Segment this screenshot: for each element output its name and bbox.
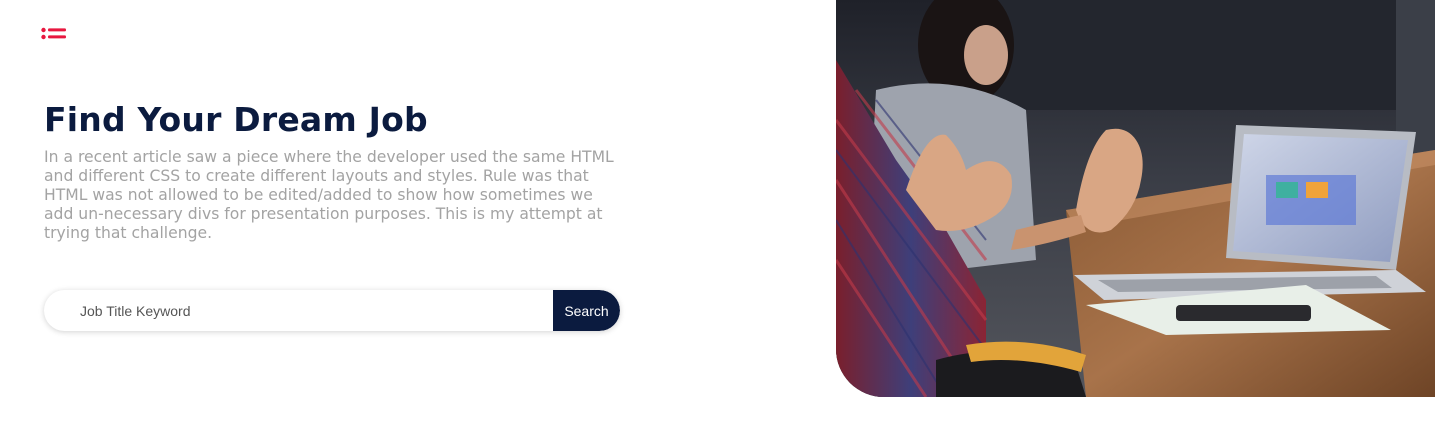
menu-button[interactable] bbox=[40, 26, 68, 42]
hero-section: Find Your Dream Job In a recent article … bbox=[44, 100, 624, 243]
job-title-keyword-input[interactable] bbox=[44, 290, 553, 331]
search-button[interactable]: Search bbox=[553, 290, 620, 331]
hero-image bbox=[836, 0, 1435, 397]
hero-description: In a recent article saw a piece where th… bbox=[44, 148, 614, 242]
office-meeting-photo bbox=[836, 0, 1435, 397]
page: Find Your Dream Job In a recent article … bbox=[0, 0, 1435, 441]
job-search-form: Search bbox=[44, 290, 620, 331]
page-title: Find Your Dream Job bbox=[44, 100, 428, 139]
list-icon bbox=[41, 27, 66, 40]
